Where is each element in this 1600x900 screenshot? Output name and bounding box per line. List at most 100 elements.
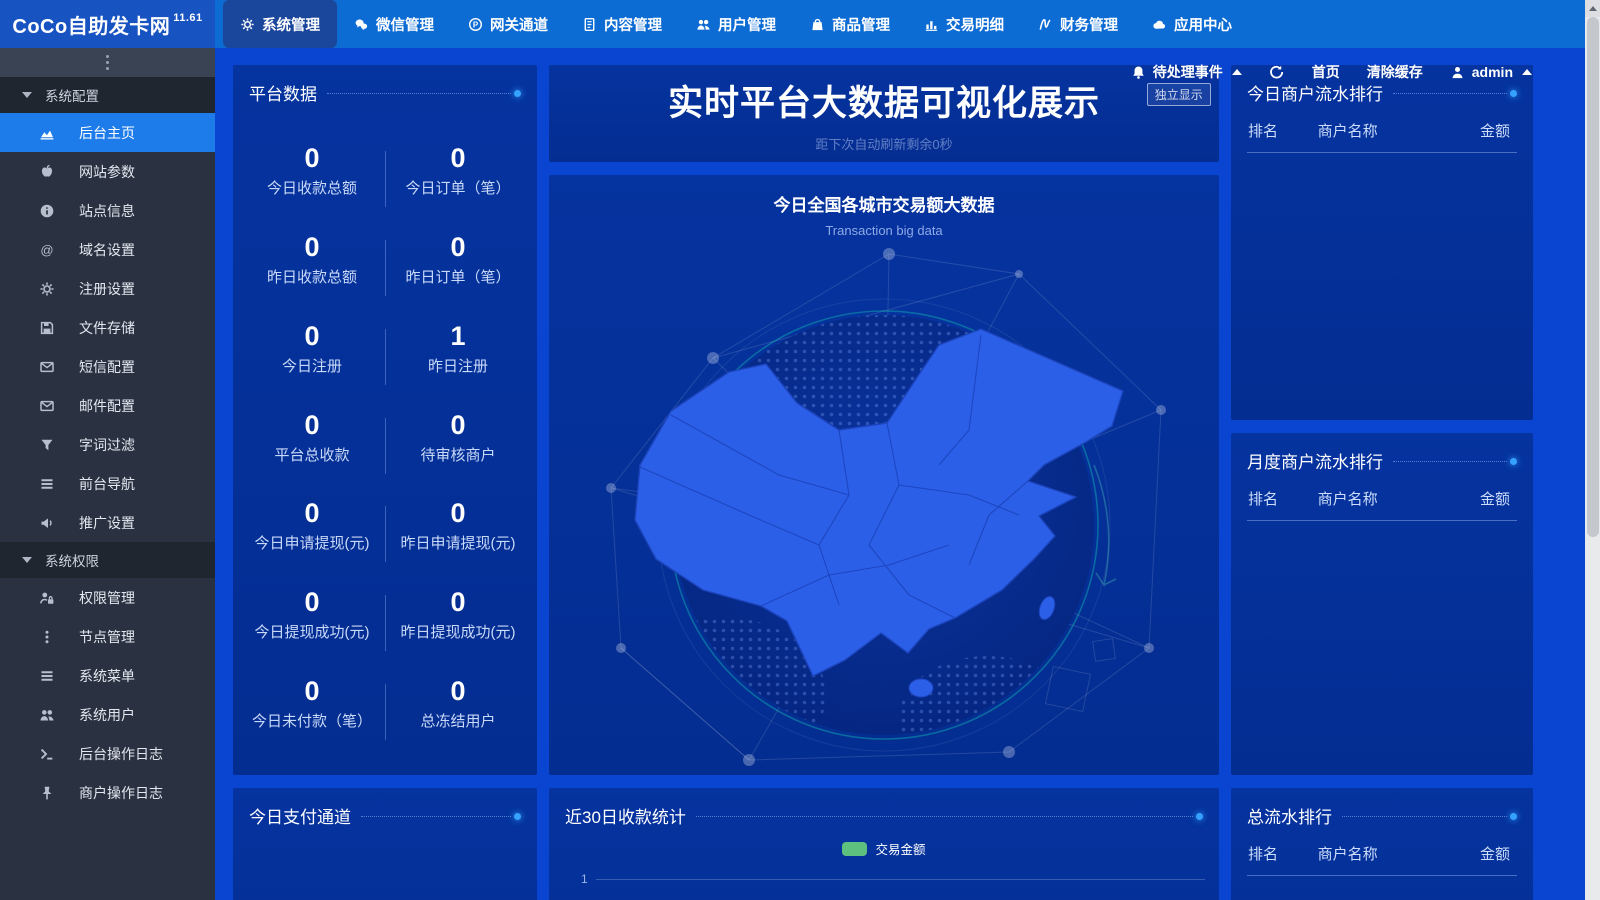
income-30days-panel: 近30日收款统计 交易金额 1 — [549, 788, 1219, 900]
title-dotted-line — [361, 816, 511, 817]
sidebar-item-file-storage[interactable]: 文件存储 — [0, 308, 215, 347]
user-icon — [1450, 65, 1465, 80]
clear-cache-link[interactable]: 清除缓存 — [1367, 62, 1423, 82]
dashboard-content: 待处理事件 独立显示 首页 清除缓存 admin 平台数据 — [215, 48, 1585, 900]
hainan-island — [909, 679, 933, 697]
china-map-panel: 今日全国各城市交易额大数据 Transaction big data — [549, 175, 1219, 775]
at-icon — [39, 242, 55, 258]
sidebar-item-front-nav[interactable]: 前台导航 — [0, 464, 215, 503]
stat-today-orders: 0今日订单（笔） — [385, 143, 531, 198]
nav-item-transactions[interactable]: 交易明细 — [907, 0, 1021, 48]
pending-standalone-badge[interactable]: 独立显示 — [1147, 83, 1211, 106]
chart-legend[interactable]: 交易金额 — [549, 839, 1219, 858]
drag-handle-icon — [106, 61, 109, 64]
apple-icon — [39, 164, 55, 180]
arrow-up-icon — [1589, 6, 1597, 11]
sidebar-item-dashboard[interactable]: 后台主页 — [0, 113, 215, 152]
panel-title: 月度商户流水排行 — [1247, 448, 1383, 473]
gear-icon — [240, 17, 255, 32]
nav-item-wechat[interactable]: 微信管理 — [337, 0, 451, 48]
sidebar: 系统配置 后台主页 网站参数 站点信息 域名设置 注册设置 文件存储 短信配置 … — [0, 48, 215, 900]
refresh-button[interactable] — [1269, 64, 1285, 80]
sidebar-section-system-config[interactable]: 系统配置 — [0, 77, 215, 113]
sidebar-item-system-users[interactable]: 系统用户 — [0, 695, 215, 734]
sidebar-item-site-params[interactable]: 网站参数 — [0, 152, 215, 191]
pending-events-button[interactable]: 待处理事件 独立显示 — [1131, 62, 1242, 82]
area-chart-icon — [39, 125, 55, 141]
y-axis-tick: 1 — [581, 872, 588, 886]
refresh-countdown: 距下次自动刷新剩余0秒 — [815, 134, 952, 153]
home-link[interactable]: 首页 — [1312, 62, 1340, 82]
finance-icon — [1038, 17, 1053, 32]
sidebar-item-sms-config[interactable]: 短信配置 — [0, 347, 215, 386]
user-lock-icon — [39, 590, 55, 606]
nav-item-system[interactable]: 系统管理 — [223, 0, 337, 48]
sidebar-item-permission-mgmt[interactable]: 权限管理 — [0, 578, 215, 617]
sidebar-item-admin-log[interactable]: 后台操作日志 — [0, 734, 215, 773]
total-flow-rank-panel: 总流水排行 排名 商户名称 金额 — [1231, 788, 1533, 900]
divider — [1247, 152, 1517, 153]
bell-icon — [1131, 65, 1146, 80]
rank-table-header: 排名 商户名称 金额 — [1231, 828, 1533, 875]
stat-yesterday-register: 1昨日注册 — [385, 321, 531, 376]
app-logo: CoCo自助发卡网 11.61 — [0, 0, 215, 48]
sidebar-item-node-mgmt[interactable]: 节点管理 — [0, 617, 215, 656]
cloud-icon — [1152, 17, 1167, 32]
sidebar-item-domain-settings[interactable]: 域名设置 — [0, 230, 215, 269]
title-dotted-line — [1393, 93, 1507, 94]
refresh-icon — [1269, 64, 1285, 80]
stat-row: 0今日未付款（笔） 0总冻结用户 — [239, 676, 531, 731]
panel-title: 近30日收款统计 — [565, 803, 686, 828]
bag-icon — [810, 17, 825, 32]
platform-stats-grid: 0今日收款总额 0今日订单（笔） 0昨日收款总额 0昨日订单（笔） 0今日注册 … — [233, 105, 537, 775]
title-dotted-line — [1393, 461, 1507, 462]
title-end-dot — [1196, 813, 1203, 820]
user-menu[interactable]: admin — [1450, 64, 1532, 80]
stat-today-unpaid: 0今日未付款（笔） — [239, 676, 385, 731]
rank-table-header: 排名 商户名称 金额 — [1231, 473, 1533, 520]
stat-today-register: 0今日注册 — [239, 321, 385, 376]
stat-pending-merchants: 0待审核商户 — [385, 410, 531, 465]
nav-item-products[interactable]: 商品管理 — [793, 0, 907, 48]
sidebar-section-system-permissions[interactable]: 系统权限 — [0, 542, 215, 578]
nav-item-content[interactable]: 内容管理 — [565, 0, 679, 48]
panel-title: 今日支付通道 — [249, 803, 351, 828]
sidebar-item-merchant-log[interactable]: 商户操作日志 — [0, 773, 215, 812]
users-icon — [696, 17, 711, 32]
filter-icon — [39, 437, 55, 453]
nav-item-appcenter[interactable]: 应用中心 — [1135, 0, 1249, 48]
stat-row: 0昨日收款总额 0昨日订单（笔） — [239, 232, 531, 287]
title-dotted-line — [327, 93, 511, 94]
info-circle-icon — [39, 203, 55, 219]
sidebar-item-register-settings[interactable]: 注册设置 — [0, 269, 215, 308]
sidebar-collapse-handle[interactable] — [0, 48, 215, 77]
chevron-down-icon — [22, 557, 32, 563]
panel-title: 平台数据 — [249, 80, 317, 105]
title-dotted-line — [696, 816, 1193, 817]
gridline — [596, 879, 1205, 880]
sidebar-item-mail-config[interactable]: 邮件配置 — [0, 386, 215, 425]
nav-item-gateway[interactable]: 网关通道 — [451, 0, 565, 48]
legend-swatch-green — [842, 842, 867, 856]
sidebar-item-site-info[interactable]: 站点信息 — [0, 191, 215, 230]
sidebar-item-word-filter[interactable]: 字词过滤 — [0, 425, 215, 464]
envelope-icon — [39, 398, 55, 414]
page-scrollbar[interactable] — [1585, 0, 1600, 900]
nav-item-finance[interactable]: 财务管理 — [1021, 0, 1135, 48]
china-map-visualization[interactable] — [549, 240, 1219, 775]
nav-item-users[interactable]: 用户管理 — [679, 0, 793, 48]
sidebar-item-system-menu[interactable]: 系统菜单 — [0, 656, 215, 695]
vertical-dots-icon — [39, 629, 55, 645]
stat-today-withdraw-success: 0今日提现成功(元) — [239, 587, 385, 642]
stat-row: 0今日提现成功(元) 0昨日提现成功(元) — [239, 587, 531, 642]
main-nav: 系统管理 微信管理 网关通道 内容管理 用户管理 商品管理 交易明细 财务管理 … — [223, 0, 1249, 48]
scrollbar-thumb[interactable] — [1587, 17, 1599, 537]
stat-total-income: 0平台总收款 — [239, 410, 385, 465]
top-navigation-bar: CoCo自助发卡网 11.61 系统管理 微信管理 网关通道 内容管理 用户管理… — [0, 0, 1585, 48]
scrollbar-up-button[interactable] — [1585, 0, 1600, 17]
stat-row: 0平台总收款 0待审核商户 — [239, 410, 531, 465]
map-subtitle: Transaction big data — [549, 223, 1219, 238]
sidebar-item-promo-settings[interactable]: 推广设置 — [0, 503, 215, 542]
map-title: 今日全国各城市交易额大数据 — [549, 191, 1219, 216]
document-icon — [582, 17, 597, 32]
